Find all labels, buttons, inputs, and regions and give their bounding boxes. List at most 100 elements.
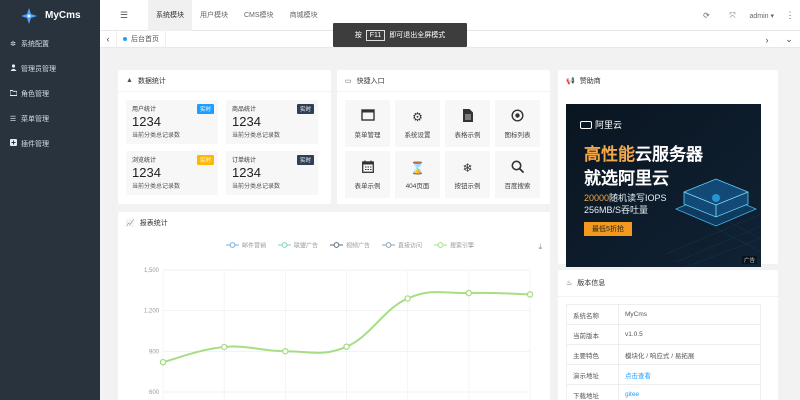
gear-icon: ✲ — [10, 40, 16, 48]
card-title: ▲ 数据统计 — [118, 70, 331, 92]
quick-item-settings[interactable]: ⚙ 系统设置 — [395, 100, 440, 147]
sponsor-brand: 阿里云 — [580, 118, 622, 131]
card-title-text: 赞助商 — [579, 78, 601, 85]
demo-link[interactable]: 点击查看 — [625, 373, 651, 380]
tabs-scroll-left-icon[interactable]: ‹ — [100, 34, 116, 44]
card-title-text: 版本信息 — [577, 280, 606, 287]
data-point[interactable] — [220, 343, 228, 351]
quick-item-search[interactable]: 百度搜索 — [495, 151, 540, 198]
data-point[interactable] — [282, 347, 289, 355]
quick-item-label: 404页面 — [405, 182, 430, 190]
table-cell-value: 点击查看 — [618, 364, 761, 385]
sponsor-line-2: 256MB/S吞吐量 — [584, 205, 649, 215]
quick-item-menu[interactable]: 菜单管理 — [345, 100, 390, 147]
quick-item-table[interactable]: 表格示例 — [445, 100, 490, 147]
legend-marker — [385, 242, 392, 248]
fullscreen-toast: 按 F11 即可退出全屏模式 — [333, 23, 467, 47]
fullscreen-icon[interactable]: ⤧ — [719, 11, 745, 21]
tabs-menu-chevron-icon[interactable]: ⌄ — [778, 34, 800, 45]
window-icon — [360, 108, 375, 125]
legend-label: 直接访问 — [398, 242, 422, 250]
table-cell-value: 模块化 / 响应式 / 易拓展 — [618, 344, 761, 365]
user-menu[interactable]: admin ▾ — [745, 12, 780, 20]
table-row: 下载地址 gitee — [566, 384, 761, 400]
toast-text-after: 即可退出全屏模式 — [389, 32, 446, 39]
data-point[interactable] — [159, 358, 167, 366]
data-point[interactable] — [526, 291, 534, 298]
tab-user-module[interactable]: 用户模块 — [192, 0, 236, 31]
quick-item-form[interactable]: 表单示例 — [345, 151, 390, 198]
quick-item-label: 按钮示例 — [454, 182, 481, 190]
gears-icon: ⚙ — [412, 109, 423, 124]
legend-item[interactable]: 邮件营销 — [226, 242, 266, 250]
sponsor-ad-banner[interactable]: 阿里云 高性能云服务器 就选阿里云 20000随机读写IOPS 256MB/S吞… — [566, 104, 761, 267]
more-icon[interactable]: ⋮ — [780, 10, 800, 21]
status-badge: 实时 — [196, 104, 214, 114]
tab-cms-module[interactable]: CMS模块 — [236, 0, 282, 31]
file-icon — [462, 108, 473, 125]
legend-label: 视频广告 — [346, 242, 370, 250]
quick-item-label: 百度搜索 — [504, 182, 531, 190]
table-cell-key: 演示地址 — [566, 364, 619, 385]
table-cell-key: 当前版本 — [566, 324, 619, 345]
sidebar-item-menu-manage[interactable]: ☰ 菜单管理 — [0, 106, 100, 131]
legend-label: 搜索引擎 — [450, 242, 474, 250]
ad-tag: 广告 — [741, 256, 757, 264]
y-tick-label: 600 — [149, 390, 160, 396]
refresh-icon[interactable]: ⟳ — [693, 11, 719, 20]
quick-item-label: 菜单管理 — [354, 131, 381, 139]
data-point[interactable] — [465, 289, 473, 297]
legend-item[interactable]: 直接访问 — [382, 242, 422, 250]
stat-browse[interactable]: 浏览统计 实时 1234 当前分类总记录数 — [126, 151, 218, 195]
legend-label: 邮件营销 — [242, 242, 266, 250]
tabs-scroll-right-icon[interactable]: › — [756, 35, 778, 45]
stat-value: 1234 — [132, 114, 161, 129]
app-logo[interactable]: MyCms — [0, 0, 100, 31]
target-icon — [511, 108, 524, 125]
y-tick-label: 1,200 — [144, 309, 160, 315]
stat-desc: 当前分类总记录数 — [232, 133, 281, 139]
sidebar-item-plugin-manage[interactable]: 插件管理 — [0, 131, 100, 156]
page-tab-home[interactable]: 后台首页 — [116, 30, 166, 48]
legend-item[interactable]: 联盟广告 — [278, 242, 318, 250]
app-name: MyCms — [45, 10, 81, 21]
table-row: 当前版本 v1.0.5 — [566, 324, 761, 345]
table-row: 演示地址 点击查看 — [566, 364, 761, 385]
tab-shop-module[interactable]: 商城模块 — [282, 0, 326, 31]
stat-value: 1234 — [232, 165, 261, 180]
stat-order[interactable]: 订单统计 实时 1234 当前分类总记录数 — [226, 151, 318, 195]
legend-item[interactable]: 视频广告 — [330, 242, 370, 250]
stat-goods[interactable]: 商品统计 实时 1234 当前分类总记录数 — [226, 100, 318, 144]
table-cell-value: gitee — [618, 384, 761, 400]
sidebar-toggle-icon[interactable]: ☰ — [100, 0, 148, 31]
sidebar-item-role-manage[interactable]: 角色管理 — [0, 81, 100, 106]
tab-system-module[interactable]: 系统模块 — [148, 0, 192, 31]
data-point[interactable] — [343, 343, 350, 350]
main-content: ▲ 数据统计 用户统计 实时 1234 当前分类总记录数 商品统计 实时 123… — [118, 64, 778, 400]
table-cell-value: v1.0.5 — [618, 324, 761, 345]
legend-item[interactable]: 搜索引擎 — [434, 242, 474, 250]
data-point[interactable] — [404, 295, 411, 302]
download-link[interactable]: gitee — [625, 391, 639, 398]
table-cell-value: MyCms — [618, 304, 761, 325]
stat-user[interactable]: 用户统计 实时 1234 当前分类总记录数 — [126, 100, 218, 144]
sponsor-headline-2: 就选阿里云 — [584, 169, 669, 188]
quick-item-button[interactable]: ❄ 按钮示例 — [445, 151, 490, 198]
fire-icon: ♨ — [566, 280, 573, 287]
quick-item-label: 系统设置 — [404, 131, 431, 139]
quick-item-404[interactable]: ⌛ 404页面 — [395, 151, 440, 198]
quick-item-icons[interactable]: 图标列表 — [495, 100, 540, 147]
hourglass-icon: ⌛ — [410, 160, 425, 175]
sidebar-item-admin-manage[interactable]: 管理员管理 — [0, 56, 100, 81]
sponsor-brand-name: 阿里云 — [595, 120, 623, 130]
version-table: 系统名称 MyCms 当前版本 v1.0.5 主要特色 模块化 / 响应式 / … — [566, 304, 761, 400]
sidebar-item-label: 插件管理 — [21, 140, 49, 148]
folder-icon — [9, 89, 17, 98]
toast-key: F11 — [365, 29, 386, 41]
quick-item-label: 图标列表 — [504, 131, 531, 139]
card-title: 📢 赞助商 — [558, 70, 778, 92]
sponsor-headline: 高性能云服务器 — [584, 140, 703, 165]
sponsor-cta-button[interactable]: 最低5折抢 — [584, 222, 632, 236]
sidebar-item-system-config[interactable]: ✲ 系统配置 — [0, 31, 100, 56]
legend-label: 联盟广告 — [294, 242, 318, 250]
